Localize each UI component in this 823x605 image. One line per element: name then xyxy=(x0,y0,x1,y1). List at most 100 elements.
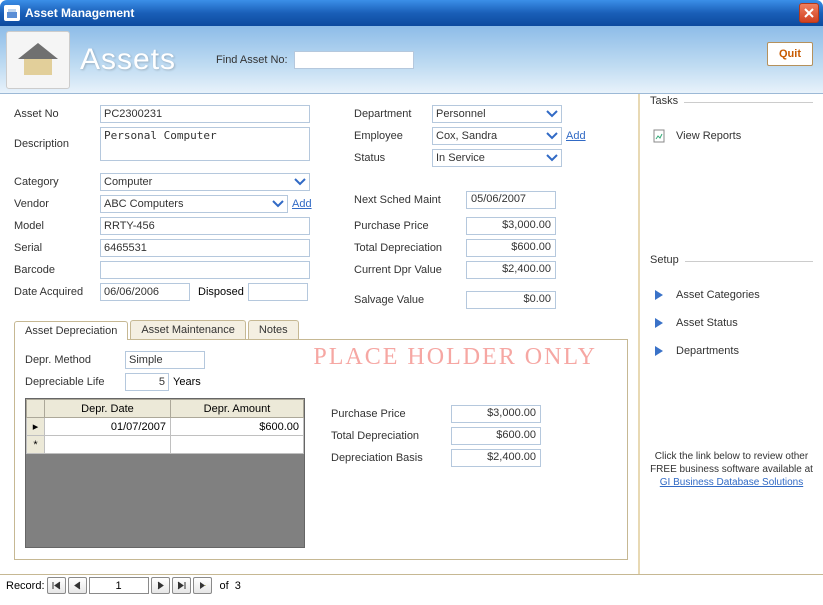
grid-row-marker: ▸ xyxy=(27,418,45,436)
disposed-label: Disposed xyxy=(198,286,244,298)
tab-depreciation[interactable]: Asset Depreciation xyxy=(14,321,128,340)
grid-col-amount[interactable]: Depr. Amount xyxy=(170,400,303,418)
nav-prev-button[interactable] xyxy=(68,577,87,594)
quit-button[interactable]: Quit xyxy=(767,42,813,66)
salvage-value-value: $0.00 xyxy=(466,291,556,309)
description-input[interactable]: Personal Computer xyxy=(100,127,310,161)
serial-label: Serial xyxy=(14,242,100,254)
depr-method-label: Depr. Method xyxy=(25,354,125,366)
side-panel: Tasks View Reports Setup Asset Categorie… xyxy=(638,94,823,574)
grid-cell-amount[interactable] xyxy=(170,436,303,454)
barcode-input[interactable] xyxy=(100,261,310,279)
depr-life-label: Depreciable Life xyxy=(25,376,125,388)
report-icon xyxy=(650,127,668,145)
asset-no-label: Asset No xyxy=(14,108,100,120)
asset-categories-link[interactable]: Asset Categories xyxy=(650,286,813,304)
nav-new-button[interactable] xyxy=(193,577,212,594)
current-dpr-value-value: $2,400.00 xyxy=(466,261,556,279)
depreciation-grid[interactable]: Depr. Date Depr. Amount ▸ 01/07/2007 $60… xyxy=(25,398,305,548)
sum-total-depr-value: $600.00 xyxy=(451,427,541,445)
date-acquired-label: Date Acquired xyxy=(14,286,100,298)
play-icon xyxy=(650,342,668,360)
vendor-label: Vendor xyxy=(14,198,100,210)
date-acquired-input[interactable] xyxy=(100,283,190,301)
asset-status-link[interactable]: Asset Status xyxy=(650,314,813,332)
description-label: Description xyxy=(14,138,100,150)
depr-method-input[interactable] xyxy=(125,351,205,369)
record-label: Record: xyxy=(6,580,45,592)
page-heading: Assets xyxy=(80,43,176,77)
departments-label: Departments xyxy=(676,345,739,357)
app-icon xyxy=(4,5,20,21)
departments-link[interactable]: Departments xyxy=(650,342,813,360)
tab-maintenance[interactable]: Asset Maintenance xyxy=(130,320,246,339)
current-dpr-value-label: Current Dpr Value xyxy=(354,264,466,276)
model-input[interactable] xyxy=(100,217,310,235)
depr-life-input[interactable] xyxy=(125,373,169,391)
grid-row-marker: * xyxy=(27,436,45,454)
nav-last-button[interactable] xyxy=(172,577,191,594)
asset-status-label: Asset Status xyxy=(676,317,738,329)
department-label: Department xyxy=(354,108,432,120)
find-asset-group: Find Asset No: xyxy=(216,51,414,69)
grid-cell-amount[interactable]: $600.00 xyxy=(170,418,303,436)
sum-total-depr-label: Total Depreciation xyxy=(331,430,451,442)
salvage-value-label: Salvage Value xyxy=(354,294,466,306)
play-icon xyxy=(650,286,668,304)
next-sched-maint-label: Next Sched Maint xyxy=(354,194,466,206)
sum-purchase-price-value: $3,000.00 xyxy=(451,405,541,423)
view-reports-link[interactable]: View Reports xyxy=(650,127,813,145)
disposed-input[interactable] xyxy=(248,283,308,301)
logo-icon xyxy=(6,31,70,89)
status-combo[interactable] xyxy=(432,149,562,167)
employee-combo[interactable] xyxy=(432,127,562,145)
model-label: Model xyxy=(14,220,100,232)
nav-next-button[interactable] xyxy=(151,577,170,594)
total-depreciation-value: $600.00 xyxy=(466,239,556,257)
find-asset-input[interactable] xyxy=(294,51,414,69)
tasks-title: Tasks xyxy=(650,95,684,107)
note-line-1: Click the link below to review other xyxy=(650,450,813,463)
grid-cell-date[interactable] xyxy=(45,436,171,454)
sum-basis-label: Depreciation Basis xyxy=(331,452,451,464)
grid-col-date[interactable]: Depr. Date xyxy=(45,400,171,418)
category-label: Category xyxy=(14,176,100,188)
status-label: Status xyxy=(354,152,432,164)
find-asset-label: Find Asset No: xyxy=(216,54,288,66)
tab-bar: Asset Depreciation Asset Maintenance Not… xyxy=(14,320,628,340)
next-sched-maint-value: 05/06/2007 xyxy=(466,191,556,209)
vendor-add-link[interactable]: Add xyxy=(292,198,312,210)
tab-pane-depreciation: PLACE HOLDER ONLY Depr. Method Depreciab… xyxy=(14,340,628,560)
purchase-price-value: $3,000.00 xyxy=(466,217,556,235)
record-total: 3 xyxy=(235,580,241,592)
close-icon[interactable] xyxy=(799,3,819,23)
grid-row-new[interactable]: * xyxy=(27,436,304,454)
header-band: Assets Find Asset No: Quit xyxy=(0,26,823,94)
asset-form: Asset No DescriptionPersonal Computer Ca… xyxy=(0,94,638,574)
purchase-price-label: Purchase Price xyxy=(354,220,466,232)
record-current-input[interactable] xyxy=(89,577,149,594)
employee-add-link[interactable]: Add xyxy=(566,130,586,142)
grid-selector-header xyxy=(27,400,45,418)
barcode-label: Barcode xyxy=(14,264,100,276)
depr-life-unit: Years xyxy=(173,376,201,388)
record-of-label: of xyxy=(220,580,229,592)
vendor-combo[interactable] xyxy=(100,195,288,213)
category-combo[interactable] xyxy=(100,173,310,191)
department-combo[interactable] xyxy=(432,105,562,123)
gi-solutions-link[interactable]: GI Business Database Solutions xyxy=(660,477,803,488)
window-title: Asset Management xyxy=(25,6,134,20)
sum-purchase-price-label: Purchase Price xyxy=(331,408,451,420)
asset-categories-label: Asset Categories xyxy=(676,289,760,301)
grid-cell-date[interactable]: 01/07/2007 xyxy=(45,418,171,436)
footer-note: Click the link below to review other FRE… xyxy=(650,450,813,489)
note-line-2: FREE business software available at xyxy=(650,463,813,476)
setup-title: Setup xyxy=(650,254,685,266)
nav-first-button[interactable] xyxy=(47,577,66,594)
tab-notes[interactable]: Notes xyxy=(248,320,299,339)
play-icon xyxy=(650,314,668,332)
record-navigator: Record: of 3 xyxy=(0,574,823,596)
asset-no-input[interactable] xyxy=(100,105,310,123)
serial-input[interactable] xyxy=(100,239,310,257)
grid-row[interactable]: ▸ 01/07/2007 $600.00 xyxy=(27,418,304,436)
